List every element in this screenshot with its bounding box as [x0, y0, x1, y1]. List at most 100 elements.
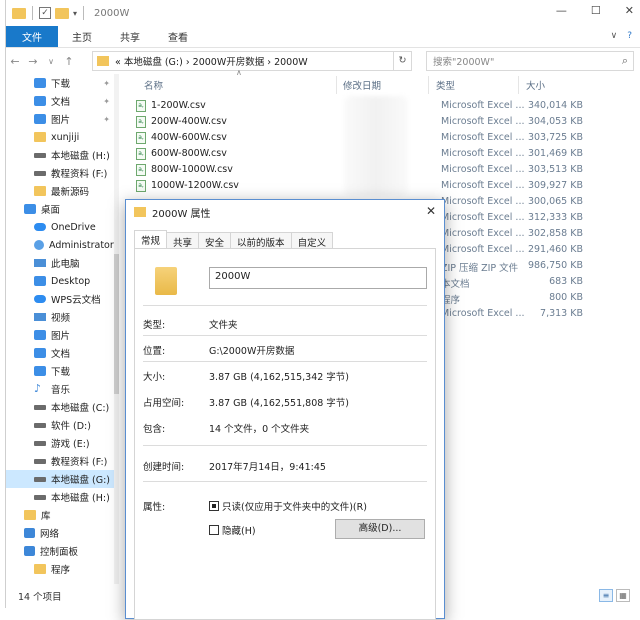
sidebar-item[interactable]: 教程资料 (F:)	[6, 164, 118, 182]
forward-button[interactable]: →	[24, 55, 42, 68]
scrollbar-thumb[interactable]	[114, 254, 119, 394]
size-label: 大小:	[143, 372, 166, 383]
sidebar-item[interactable]: 文档 ✦	[6, 92, 118, 110]
size-on-disk-value: 3.87 GB (4,162,551,808 字节)	[209, 398, 350, 409]
new-folder-icon[interactable]	[55, 7, 69, 19]
sidebar-item[interactable]: OneDrive	[6, 218, 118, 236]
breadcrumb[interactable]: « 本地磁盘 (G:) › 2000W开房数据 › 2000W	[115, 54, 308, 68]
sidebar-item-label: OneDrive	[51, 221, 96, 233]
pin-icon[interactable]: ✦	[103, 97, 110, 106]
column-header-type[interactable]: 类型	[436, 76, 455, 94]
desktop-icon	[24, 204, 36, 214]
recent-locations-button[interactable]: ∨	[42, 57, 60, 66]
column-header-modified[interactable]: 修改日期	[343, 76, 381, 94]
sidebar-item[interactable]: xunjiji	[6, 128, 118, 146]
sidebar-item-label: 控制面板	[40, 547, 79, 558]
folder-icon	[134, 207, 146, 217]
file-size: 301,469 KB	[527, 148, 583, 159]
back-button[interactable]: ←	[6, 55, 24, 68]
sidebar-item-label: 本地磁盘 (H:)	[51, 493, 110, 504]
sidebar-item[interactable]: 本地磁盘 (C:)	[6, 398, 118, 416]
maximize-button[interactable]: ☐	[591, 4, 601, 17]
column-divider[interactable]	[428, 76, 429, 94]
video-icon	[34, 313, 46, 321]
tab-file[interactable]: 文件	[6, 26, 58, 47]
sidebar-item-label: WPS云文档	[51, 295, 101, 306]
sidebar-item[interactable]: 此电脑	[6, 254, 118, 272]
help-icon[interactable]: ?	[627, 31, 632, 41]
up-button[interactable]: ↑	[60, 55, 78, 68]
large-icons-view-icon[interactable]: ▦	[616, 589, 630, 602]
advanced-button[interactable]: 高级(D)...	[335, 519, 425, 539]
sidebar-item[interactable]: 教程资料 (F:)	[6, 452, 118, 470]
file-name: 200W-400W.csv	[151, 116, 227, 127]
sidebar-item[interactable]: 网络	[6, 524, 118, 542]
pin-icon[interactable]: ✦	[103, 115, 110, 124]
hidden-checkbox[interactable]: 隐藏(H)	[209, 523, 256, 537]
tab-security[interactable]: 安全	[198, 232, 232, 249]
address-bar[interactable]: « 本地磁盘 (G:) › 2000W开房数据 › 2000W ↻	[92, 51, 412, 71]
folder-name-input[interactable]: 2000W	[209, 267, 427, 289]
file-type: Microsoft Excel ...	[441, 164, 525, 175]
properties-dialog: 2000W 属性 ✕ 常规 共享 安全 以前的版本 自定义 2000W 类型: …	[125, 199, 445, 620]
column-header-size[interactable]: 大小	[526, 76, 545, 94]
sidebar-item[interactable]: 库	[6, 506, 118, 524]
tab-customize[interactable]: 自定义	[290, 232, 334, 249]
sidebar-item[interactable]: Administrator	[6, 236, 118, 254]
customize-toolbar-icon[interactable]: ▾	[73, 9, 77, 18]
properties-checkbox-icon[interactable]: ✓	[39, 7, 51, 19]
sidebar-item-label: 图片	[51, 115, 71, 126]
file-name: 1-200W.csv	[151, 100, 206, 111]
file-size: 312,333 KB	[527, 212, 583, 223]
tab-share[interactable]: 共享	[106, 26, 154, 47]
sidebar-item[interactable]: 图片 ✦	[6, 110, 118, 128]
tab-home[interactable]: 主页	[58, 26, 106, 47]
sidebar-item[interactable]: 图片	[6, 326, 118, 344]
readonly-checkbox[interactable]: 只读(仅应用于文件夹中的文件)(R)	[209, 499, 367, 513]
sidebar-item[interactable]: 程序	[6, 560, 118, 578]
sidebar-item[interactable]: 桌面	[6, 200, 118, 218]
sidebar-item-label: 桌面	[41, 205, 61, 216]
close-button[interactable]: ✕	[625, 4, 634, 17]
sidebar-item[interactable]: WPS云文档	[6, 290, 118, 308]
tab-previous-versions[interactable]: 以前的版本	[230, 232, 292, 249]
sidebar-item[interactable]: ♪ 音乐	[6, 380, 118, 398]
sidebar-item[interactable]: 游戏 (E:)	[6, 434, 118, 452]
sidebar-item[interactable]: 控制面板	[6, 542, 118, 560]
sidebar-item[interactable]: 本地磁盘 (G:)	[6, 470, 118, 488]
document-icon	[34, 348, 46, 358]
sidebar-item[interactable]: 下载	[6, 362, 118, 380]
sidebar-item[interactable]: 视频	[6, 308, 118, 326]
sidebar-item-label: 下载	[51, 79, 71, 90]
sidebar-item-label: 本地磁盘 (H:)	[51, 151, 110, 162]
expand-ribbon-icon[interactable]: ∨	[611, 31, 618, 41]
tab-sharing[interactable]: 共享	[166, 232, 200, 249]
checkbox-indeterminate-icon[interactable]	[209, 501, 219, 511]
sidebar-item[interactable]: 本地磁盘 (H:)	[6, 146, 118, 164]
sidebar-item[interactable]: 下载 ✦	[6, 74, 118, 92]
sort-ascending-icon: ∧	[236, 68, 242, 77]
sidebar-item[interactable]: 本地磁盘 (H:)	[6, 488, 118, 506]
file-size: 303,513 KB	[527, 164, 583, 175]
minimize-button[interactable]: —	[556, 4, 567, 17]
tab-view[interactable]: 查看	[154, 26, 202, 47]
column-divider[interactable]	[518, 76, 519, 94]
sidebar-item[interactable]: Desktop	[6, 272, 118, 290]
file-size: 683 KB	[549, 276, 583, 287]
search-input[interactable]: 搜索"2000W" ⌕	[426, 51, 634, 71]
library-icon	[24, 510, 36, 520]
details-view-icon[interactable]: ≡	[599, 589, 613, 602]
pin-icon[interactable]: ✦	[103, 79, 110, 88]
refresh-button[interactable]: ↻	[393, 52, 411, 70]
sidebar-scrollbar[interactable]	[114, 74, 119, 584]
dialog-close-button[interactable]: ✕	[426, 204, 436, 218]
column-header-name[interactable]: 名称	[144, 76, 163, 94]
search-icon[interactable]: ⌕	[622, 54, 628, 68]
search-placeholder: 搜索"2000W"	[433, 57, 495, 68]
sidebar-item[interactable]: 软件 (D:)	[6, 416, 118, 434]
sidebar-item[interactable]: 文档	[6, 344, 118, 362]
tab-general[interactable]: 常规	[134, 230, 168, 249]
sidebar-item[interactable]: 最新源码	[6, 182, 118, 200]
checkbox-icon[interactable]	[209, 525, 219, 535]
column-divider[interactable]	[336, 76, 337, 94]
